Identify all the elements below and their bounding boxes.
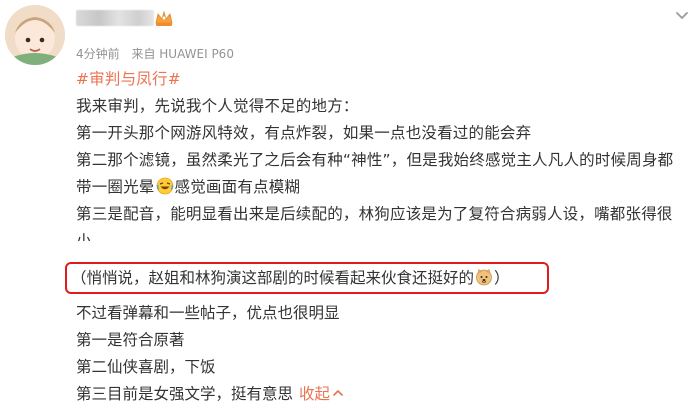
post-line-5: 第三是配音，能明显看出来是后续配的，林狗应该是为了复符合病弱人设，嘴都张得很 bbox=[76, 205, 673, 223]
post-time[interactable]: 4分钟前 bbox=[76, 47, 120, 61]
collapse-link[interactable]: 收起 bbox=[299, 385, 344, 403]
tail-line-2: 第一是符合原著 bbox=[76, 331, 185, 349]
post-tail: 不过看弹幕和一些帖子，优点也很明显 第一是符合原著 第二仙侠喜剧，下饭 第三目前… bbox=[76, 301, 344, 409]
crown-icon bbox=[154, 9, 174, 27]
laughing-emoji bbox=[156, 177, 174, 195]
post-body: #审判与凤行# 我来审判，先说我个人觉得不足的地方： 第一开头那个网游风特效，有… bbox=[76, 67, 696, 241]
post-line-3: 第二那个滤镜，虽然柔光了之后会有种“神性”，但是我始终感觉主人凡人的时候周身都 bbox=[76, 151, 674, 169]
post-line-2: 第一开头那个网游风特效，有点炸裂，如果一点也没看过的能会弃 bbox=[76, 124, 532, 142]
highlight-text: （悄悄说，赵姐和林狗演这部剧的时候看起来伙食还挺好的 ） bbox=[71, 267, 510, 289]
chevron-down-icon[interactable] bbox=[674, 8, 690, 22]
hashtag-link[interactable]: #审判与凤行# bbox=[76, 70, 181, 88]
chevron-up-icon bbox=[330, 385, 344, 403]
tail-line-4-text: 第三目前是女强文学，挺有意思 bbox=[76, 385, 294, 403]
highlight-close: ） bbox=[494, 269, 510, 287]
post-line-6: 小 bbox=[76, 232, 92, 241]
doge-emoji bbox=[475, 268, 493, 286]
tail-line-1: 不过看弹幕和一些帖子，优点也很明显 bbox=[76, 304, 340, 322]
tail-line-3: 第二仙侠喜剧，下饭 bbox=[76, 358, 216, 376]
username-redacted[interactable] bbox=[76, 10, 154, 26]
tail-line-4: 第三目前是女强文学，挺有意思 收起 bbox=[76, 382, 344, 406]
post-source: 来自 HUAWEI P60 bbox=[131, 47, 234, 61]
post-line-4-end: 感觉画面有点模糊 bbox=[174, 178, 301, 196]
post-meta: 4分钟前 来自 HUAWEI P60 bbox=[76, 45, 242, 62]
post-line-1: 我来审判，先说我个人觉得不足的地方： bbox=[76, 97, 359, 115]
post-line-4: 带一圈光晕 感觉画面有点模糊 bbox=[76, 175, 696, 199]
highlight-content: （悄悄说，赵姐和林狗演这部剧的时候看起来伙食还挺好的 bbox=[71, 269, 475, 287]
avatar-illustration bbox=[5, 5, 65, 65]
post-line-4-start: 带一圈光晕 bbox=[76, 178, 155, 196]
avatar[interactable] bbox=[5, 5, 65, 65]
collapse-label: 收起 bbox=[299, 385, 331, 403]
